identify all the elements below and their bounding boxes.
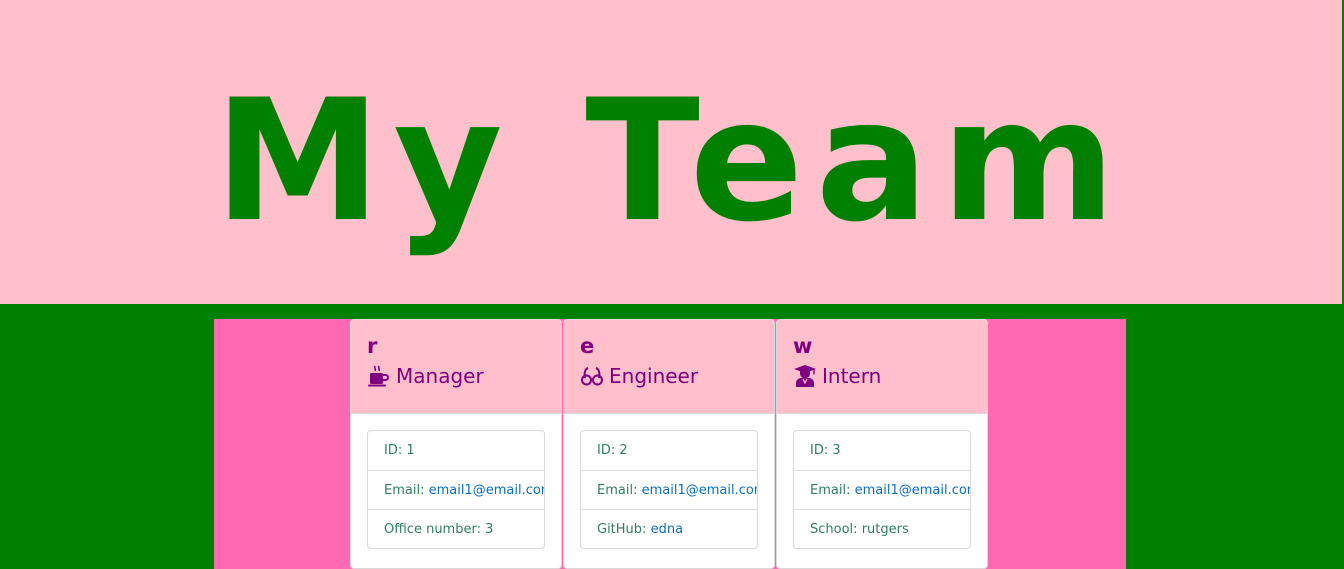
email-label: Email: [384, 483, 425, 498]
card-body: ID: 3 Email: email1@email.com School: ru… [777, 414, 987, 549]
list-item-id: ID: 3 [794, 431, 970, 470]
list-item-id: ID: 1 [368, 431, 544, 470]
list-item-github: GitHub: edna [581, 509, 757, 548]
glasses-icon [581, 367, 603, 386]
card-body: ID: 1 Email: email1@email.com Office num… [351, 414, 561, 549]
coffee-mug-icon [368, 365, 389, 387]
id-label: ID: [384, 443, 403, 458]
card-body: ID: 2 Email: email1@email.com GitHub: ed… [564, 414, 774, 549]
employee-card-engineer: e Engineer ID: 2 Email: email1@email.com [563, 319, 775, 569]
card-header: r Manager [351, 320, 561, 414]
employee-name: e [580, 334, 595, 358]
id-label: ID: [597, 443, 616, 458]
details-list: ID: 2 Email: email1@email.com GitHub: ed… [580, 430, 758, 549]
employee-card-intern: w Intern ID: 3 Email: email1@email.com S… [776, 319, 988, 569]
list-item-office-number: Office number: 3 [368, 509, 544, 548]
graduate-icon [794, 365, 816, 387]
office-number-label: Office number: [384, 522, 481, 537]
list-item-school: School: rutgers [794, 509, 970, 548]
employee-role: Manager [367, 362, 545, 390]
details-list: ID: 1 Email: email1@email.com Office num… [367, 430, 545, 549]
card-header: e Engineer [564, 320, 774, 414]
school-label: School: [810, 522, 858, 537]
role-label: Intern [822, 364, 882, 388]
email-link[interactable]: email1@email.com [429, 483, 544, 498]
id-value: 1 [406, 443, 415, 458]
office-number-value: 3 [485, 522, 494, 537]
github-label: GitHub: [597, 522, 647, 537]
email-link[interactable]: email1@email.com [642, 483, 757, 498]
employee-name: w [793, 334, 813, 358]
list-item-email: Email: email1@email.com [368, 470, 544, 509]
github-link[interactable]: edna [651, 522, 683, 537]
page-title: My Team [214, 63, 1128, 259]
page-header: My Team [0, 0, 1342, 304]
list-item-email: Email: email1@email.com [794, 470, 970, 509]
employee-name: r [367, 334, 378, 358]
id-value: 2 [619, 443, 628, 458]
id-value: 3 [832, 443, 841, 458]
employee-role: Engineer [580, 362, 758, 390]
list-item-id: ID: 2 [581, 431, 757, 470]
email-label: Email: [810, 483, 851, 498]
role-label: Engineer [609, 364, 699, 388]
card-header: w Intern [777, 320, 987, 414]
role-label: Manager [396, 364, 484, 388]
list-item-email: Email: email1@email.com [581, 470, 757, 509]
school-value: rutgers [861, 522, 909, 537]
email-label: Email: [597, 483, 638, 498]
email-link[interactable]: email1@email.com [855, 483, 970, 498]
id-label: ID: [810, 443, 829, 458]
employee-role: Intern [793, 362, 971, 390]
details-list: ID: 3 Email: email1@email.com School: ru… [793, 430, 971, 549]
employee-card-manager: r Manager ID: 1 Email: email1@email.com [350, 319, 562, 569]
